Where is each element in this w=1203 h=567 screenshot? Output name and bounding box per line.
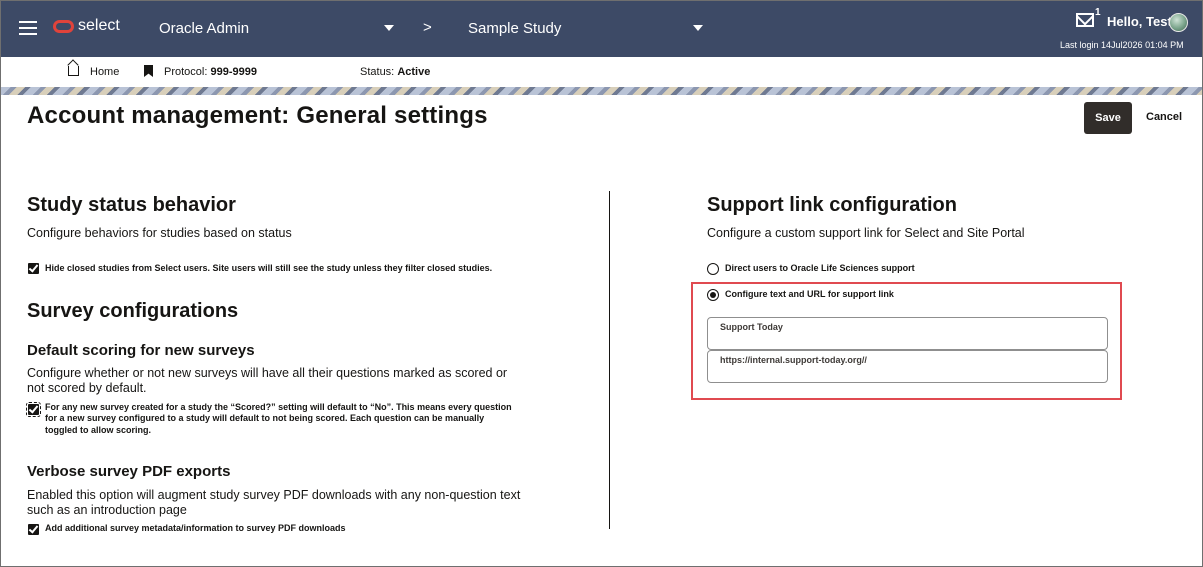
hide-closed-studies-checkbox[interactable]	[28, 263, 39, 274]
pdf-export-desc-line1: Enabled this option will augment study s…	[27, 488, 521, 502]
last-login-text: Last login 14Jul2026 01:04 PM	[1060, 40, 1184, 50]
app-logo[interactable]: select	[53, 17, 120, 35]
oracle-logo-icon	[53, 19, 74, 33]
org-dropdown-caret-icon[interactable]	[384, 25, 394, 31]
default-scoring-desc-line2: not scored by default.	[27, 381, 147, 395]
study-dropdown-caret-icon[interactable]	[693, 25, 703, 31]
study-selector[interactable]: Sample Study	[468, 20, 561, 37]
user-greeting[interactable]: Hello, Test	[1107, 14, 1172, 29]
custom-support-link-radio[interactable]	[707, 289, 719, 301]
user-avatar[interactable]	[1169, 13, 1188, 32]
direct-oracle-support-label[interactable]: Direct users to Oracle Life Sciences sup…	[725, 263, 915, 275]
default-scoring-desc-line1: Configure whether or not new surveys wil…	[27, 366, 508, 380]
breadcrumb-separator: >	[423, 19, 432, 36]
direct-oracle-support-radio[interactable]	[707, 263, 719, 275]
protocol-label: Protocol:	[164, 66, 208, 78]
default-scoring-label-line1: For any new survey created for a study t…	[45, 402, 512, 412]
sub-header: Home Protocol: 999-9999 Status: Active	[1, 57, 1202, 87]
protocol-info: Protocol: 999-9999	[164, 66, 257, 78]
default-scoring-heading: Default scoring for new surveys	[27, 342, 255, 359]
support-url-field[interactable]: https://internal.support-today.org//	[707, 350, 1108, 383]
study-status-description: Configure behaviors for studies based on…	[27, 226, 292, 240]
home-link[interactable]: Home	[90, 66, 119, 78]
support-link-heading: Support link configuration	[707, 194, 957, 216]
status-label: Status:	[360, 66, 395, 78]
decorative-banner	[1, 87, 1202, 95]
save-button[interactable]: Save	[1084, 102, 1132, 134]
default-scoring-checkbox[interactable]	[26, 402, 41, 417]
hamburger-menu-icon[interactable]	[19, 21, 37, 35]
top-header: select Oracle Admin > Sample Study 1 Hel…	[1, 1, 1202, 57]
app-name: select	[78, 17, 120, 34]
mail-count-badge: 1	[1095, 7, 1101, 18]
support-link-description: Configure a custom support link for Sele…	[707, 226, 1025, 240]
pdf-export-heading: Verbose survey PDF exports	[27, 463, 231, 480]
column-divider	[609, 191, 610, 529]
org-selector[interactable]: Oracle Admin	[159, 20, 249, 37]
pdf-export-desc-line2: such as an introduction page	[27, 503, 187, 517]
page-title: Account management: General settings	[27, 102, 488, 129]
protocol-value: 999-9999	[210, 66, 257, 78]
study-status-heading: Study status behavior	[27, 194, 236, 216]
bookmark-icon	[144, 65, 153, 77]
status-value: Active	[397, 66, 431, 78]
cancel-button[interactable]: Cancel	[1146, 111, 1182, 123]
status-info: Status: Active	[360, 66, 430, 78]
mail-icon[interactable]	[1076, 13, 1094, 27]
home-icon[interactable]	[68, 66, 79, 76]
pdf-metadata-checkbox[interactable]	[28, 524, 39, 535]
hide-closed-studies-label: Hide closed studies from Select users. S…	[45, 263, 493, 273]
default-scoring-label-line3: toggled to allow scoring.	[45, 425, 152, 435]
pdf-metadata-label: Add additional survey metadata/informati…	[45, 523, 346, 533]
survey-config-heading: Survey configurations	[27, 300, 239, 322]
support-text-field[interactable]: Support Today	[707, 317, 1108, 350]
custom-support-link-label[interactable]: Configure text and URL for support link	[725, 289, 894, 301]
default-scoring-label-line2: for a new survey configured to a study w…	[45, 413, 485, 423]
